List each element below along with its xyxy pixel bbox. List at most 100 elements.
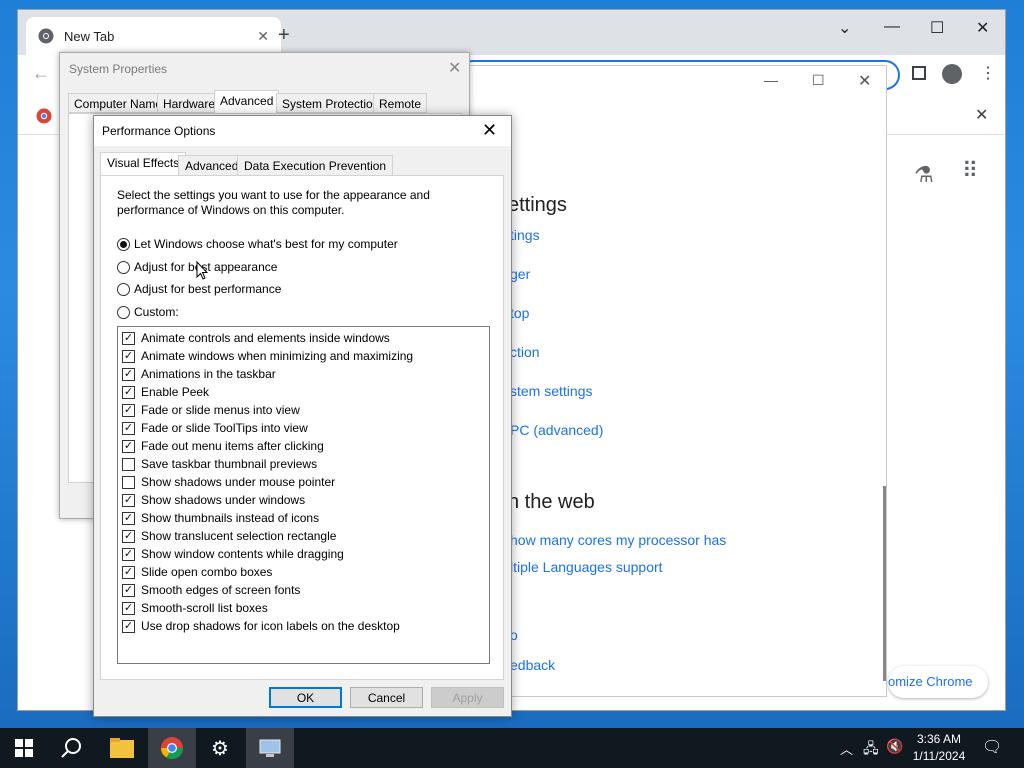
settings-link-4[interactable]: ction bbox=[510, 344, 540, 360]
side-panel-icon[interactable] bbox=[912, 66, 926, 80]
bar-close-icon[interactable]: ✕ bbox=[975, 105, 988, 125]
tab-perf-advanced[interactable]: Advanced bbox=[178, 155, 246, 176]
effect-item[interactable]: ✓ Show shadows under windows bbox=[122, 491, 305, 509]
close-icon[interactable]: ✕ bbox=[976, 18, 989, 38]
checkbox-checked[interactable]: ✓ bbox=[122, 511, 135, 525]
checkbox-checked[interactable]: ✓ bbox=[122, 439, 135, 453]
radio-button[interactable] bbox=[117, 305, 130, 319]
taskbar-clock[interactable]: 3:36 AM 1/11/2024 bbox=[908, 731, 970, 765]
checkbox-checked[interactable]: ✓ bbox=[122, 367, 135, 381]
checkbox-unchecked[interactable] bbox=[122, 475, 135, 489]
customize-chrome-button[interactable]: omize Chrome bbox=[888, 666, 988, 698]
visual-effects-list[interactable]: ✓ Animate controls and elements inside wi… bbox=[117, 326, 490, 664]
tab-hardware[interactable]: Hardware bbox=[157, 93, 222, 113]
checkbox-checked[interactable]: ✓ bbox=[122, 385, 135, 399]
settings-link-6[interactable]: PC (advanced) bbox=[510, 422, 603, 438]
checkbox-checked[interactable]: ✓ bbox=[122, 601, 135, 615]
web-link-4[interactable]: edback bbox=[510, 657, 555, 673]
radio-button[interactable] bbox=[117, 260, 130, 274]
effect-item[interactable]: Save taskbar thumbnail previews bbox=[122, 455, 317, 473]
settings-heading: ettings bbox=[508, 194, 567, 216]
maximize-icon[interactable]: ☐ bbox=[930, 18, 944, 38]
settings-maximize-icon[interactable]: ☐ bbox=[812, 72, 825, 89]
new-tab-icon[interactable]: + bbox=[278, 24, 290, 47]
sysprops-close-icon[interactable]: ✕ bbox=[448, 58, 461, 78]
checkbox-checked[interactable]: ✓ bbox=[122, 583, 135, 597]
chrome-taskbar-icon[interactable] bbox=[148, 728, 196, 768]
settings-link-2[interactable]: ger bbox=[510, 266, 530, 282]
network-icon[interactable]: 🖧 bbox=[863, 738, 879, 762]
system-properties-taskbar-icon[interactable] bbox=[246, 728, 294, 768]
web-link-1[interactable]: how many cores my processor has bbox=[510, 532, 726, 548]
effect-item[interactable]: ✓ Show translucent selection rectangle bbox=[122, 527, 336, 545]
perf-close-icon[interactable]: ✕ bbox=[482, 120, 497, 141]
effect-item[interactable]: Show shadows under mouse pointer bbox=[122, 473, 335, 491]
checkbox-checked[interactable]: ✓ bbox=[122, 619, 135, 633]
settings-scrollbar[interactable] bbox=[883, 486, 886, 681]
effect-item[interactable]: ✓ Animate windows when minimizing and max… bbox=[122, 347, 413, 365]
effect-label: Animate windows when minimizing and maxi… bbox=[141, 349, 414, 363]
tab-computer-name[interactable]: Computer Name bbox=[68, 93, 169, 113]
tab-search-icon[interactable]: ⌄ bbox=[838, 18, 851, 38]
settings-link-3[interactable]: top bbox=[510, 305, 529, 321]
effect-item[interactable]: ✓ Animations in the taskbar bbox=[122, 365, 276, 383]
checkbox-checked[interactable]: ✓ bbox=[122, 349, 135, 363]
menu-kebab-icon[interactable]: ⋮ bbox=[980, 63, 996, 83]
radio-let-windows-choose[interactable]: Let Windows choose what's best for my co… bbox=[117, 237, 398, 251]
radio-button[interactable] bbox=[117, 237, 130, 251]
checkbox-checked[interactable]: ✓ bbox=[122, 529, 135, 543]
tab-system-protection[interactable]: System Protection bbox=[276, 93, 386, 113]
tab-close-icon[interactable]: ✕ bbox=[257, 28, 269, 45]
radio-custom[interactable]: Custom: bbox=[117, 305, 179, 319]
settings-link-1[interactable]: tings bbox=[510, 227, 540, 243]
cancel-button[interactable]: Cancel bbox=[350, 687, 423, 708]
notifications-icon[interactable]: 🗨 bbox=[982, 737, 1002, 757]
apply-button[interactable]: Apply bbox=[431, 687, 504, 708]
radio-button[interactable] bbox=[117, 282, 130, 296]
checkbox-checked[interactable]: ✓ bbox=[122, 547, 135, 561]
effect-item[interactable]: ✓ Use drop shadows for icon labels on the… bbox=[122, 617, 400, 635]
effect-item[interactable]: ✓ Fade or slide menus into view bbox=[122, 401, 300, 419]
checkbox-unchecked[interactable] bbox=[122, 457, 135, 471]
labs-flask-icon[interactable]: ⚗ bbox=[914, 162, 934, 188]
effect-label: Show translucent selection rectangle bbox=[141, 529, 337, 543]
checkbox-checked[interactable]: ✓ bbox=[122, 421, 135, 435]
checkbox-checked[interactable]: ✓ bbox=[122, 565, 135, 579]
effect-item[interactable]: ✓ Show thumbnails instead of icons bbox=[122, 509, 319, 527]
start-windows-icon[interactable] bbox=[0, 728, 48, 768]
tab-remote[interactable]: Remote bbox=[373, 93, 428, 113]
checkbox-checked[interactable]: ✓ bbox=[122, 403, 135, 417]
effect-label: Fade or slide menus into view bbox=[141, 403, 300, 417]
effect-item[interactable]: ✓ Animate controls and elements inside wi… bbox=[122, 329, 390, 347]
settings-link-5[interactable]: stem settings bbox=[510, 383, 592, 399]
settings-minimize-icon[interactable]: — bbox=[764, 72, 778, 88]
search-icon[interactable] bbox=[48, 728, 96, 768]
tab-visual-effects[interactable]: Visual Effects bbox=[100, 152, 187, 176]
file-explorer-icon[interactable] bbox=[98, 728, 146, 768]
apps-grid-icon[interactable]: ⠿ bbox=[962, 158, 978, 184]
minimize-icon[interactable]: — bbox=[884, 18, 900, 36]
ok-button[interactable]: OK bbox=[269, 687, 342, 708]
show-hidden-icons-icon[interactable]: ︿ bbox=[840, 739, 853, 758]
settings-close-icon[interactable]: ✕ bbox=[858, 71, 871, 91]
volume-muted-icon[interactable]: 🔇 bbox=[886, 738, 903, 755]
profile-avatar-icon[interactable] bbox=[942, 64, 962, 84]
effect-item[interactable]: ✓ Show window contents while dragging bbox=[122, 545, 344, 563]
effect-item[interactable]: ✓ Fade or slide ToolTips into view bbox=[122, 419, 308, 437]
effect-item[interactable]: ✓ Smooth edges of screen fonts bbox=[122, 581, 300, 599]
checkbox-checked[interactable]: ✓ bbox=[122, 493, 135, 507]
effect-item[interactable]: ✓ Smooth-scroll list boxes bbox=[122, 599, 268, 617]
effect-item[interactable]: ✓ Enable Peek bbox=[122, 383, 209, 401]
checkbox-checked[interactable]: ✓ bbox=[122, 331, 135, 345]
effect-item[interactable]: ✓ Slide open combo boxes bbox=[122, 563, 272, 581]
effect-item[interactable]: ✓ Fade out menu items after clicking bbox=[122, 437, 324, 455]
chrome-tab[interactable]: New Tab ✕ bbox=[26, 17, 281, 55]
tab-advanced[interactable]: Advanced bbox=[214, 90, 280, 113]
back-icon[interactable]: ← bbox=[32, 63, 50, 84]
tab-dep[interactable]: Data Execution Prevention bbox=[237, 155, 394, 176]
chrome-apps-icon[interactable] bbox=[36, 108, 52, 124]
settings-gear-icon[interactable]: ⚙ bbox=[196, 728, 244, 768]
web-link-2[interactable]: ltiple Languages support bbox=[510, 559, 663, 575]
radio-best-performance[interactable]: Adjust for best performance bbox=[117, 282, 281, 296]
effect-label: Show window contents while dragging bbox=[141, 547, 344, 561]
